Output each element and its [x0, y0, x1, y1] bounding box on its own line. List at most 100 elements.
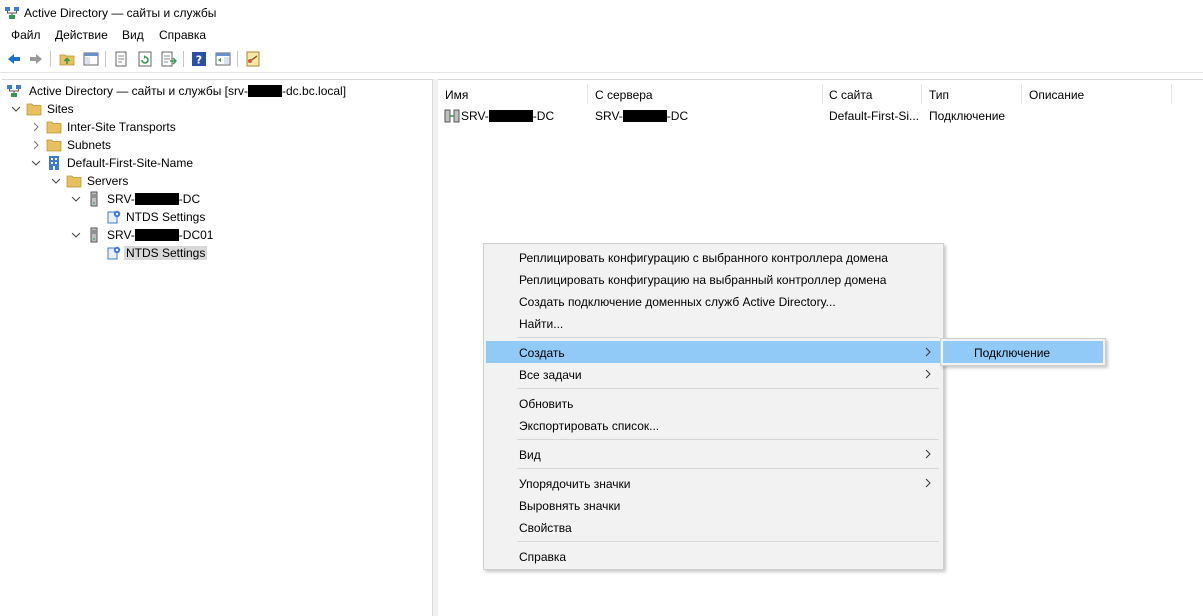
folder-icon [66, 175, 82, 188]
server-name-prefix: SRV- [107, 228, 135, 242]
tree-item-ntds-settings-dc01[interactable]: NTDS Settings [2, 244, 422, 262]
chevron-down-icon[interactable] [10, 103, 22, 115]
submenu-arrow-icon [925, 478, 931, 488]
ntds-settings-icon [107, 210, 121, 224]
menu-item-arrange-icons[interactable]: Упорядочить значки [486, 472, 941, 494]
menu-item-refresh[interactable]: Обновить [486, 392, 941, 414]
tree-label-inter-site-transports: Inter-Site Transports [67, 120, 176, 134]
chevron-down-icon[interactable] [30, 157, 42, 169]
export-list-icon[interactable] [159, 49, 179, 69]
chevron-down-icon[interactable] [50, 175, 62, 187]
tree-item-subnets[interactable]: Subnets [2, 136, 422, 154]
console-tree[interactable]: Active Directory — сайты и службы [srv- -… [2, 79, 433, 616]
menu-help[interactable]: Справка [159, 28, 206, 42]
tree-item-ntds-settings-dc[interactable]: NTDS Settings [2, 208, 422, 226]
show-hide-action-pane-icon[interactable] [213, 49, 233, 69]
menu-item-align-icons[interactable]: Выровнять значки [486, 494, 941, 516]
menu-item-label: Создать [519, 346, 565, 360]
folder-icon [46, 121, 62, 134]
window-title: Active Directory — сайты и службы [24, 6, 217, 20]
menu-item-find[interactable]: Найти... [486, 312, 941, 334]
row-type: Подключение [929, 109, 1006, 123]
tree-item-server-dc[interactable]: SRV- -DC [2, 190, 422, 208]
submenu-arrow-icon [925, 449, 931, 459]
tree-label-subnets: Subnets [67, 138, 112, 152]
server-icon [90, 227, 98, 243]
ntds-settings-icon [107, 246, 121, 260]
column-header-description[interactable]: Описание [1022, 85, 1172, 105]
redaction [622, 110, 667, 122]
menu-item-properties[interactable]: Свойства [486, 516, 941, 538]
help-icon[interactable]: ? [189, 49, 209, 69]
row-site: Default-First-Si... [829, 109, 920, 123]
menu-item-replicate-from[interactable]: Реплицировать конфигурацию с выбранного … [486, 246, 941, 268]
menu-separator [517, 468, 939, 469]
menu-item-label: Вид [519, 448, 541, 462]
chevron-right-icon[interactable] [30, 121, 42, 133]
menu-separator [517, 439, 939, 440]
toolbar-separator [237, 51, 238, 67]
menu-action[interactable]: Действие [55, 28, 108, 42]
tree-item-inter-site-transports[interactable]: Inter-Site Transports [2, 118, 422, 136]
ad-sites-app-icon [5, 7, 19, 19]
show-hide-tree-icon[interactable] [81, 49, 101, 69]
tree-label-ntds-settings: NTDS Settings [126, 210, 206, 224]
row-from-suffix: -DC [666, 109, 689, 123]
menu-item-label: Справка [519, 550, 567, 564]
menu-item-help[interactable]: Справка [486, 545, 941, 567]
menu-item-label: Реплицировать конфигурацию на выбранный … [519, 273, 887, 287]
chevron-right-icon[interactable] [30, 139, 42, 151]
chevron-down-icon[interactable] [70, 193, 82, 205]
tree-label-servers: Servers [87, 174, 129, 188]
menu-file[interactable]: Файл [11, 28, 41, 42]
column-header-from-site[interactable]: С сайта [822, 85, 922, 105]
tree-root-label: Active Directory — сайты и службы [srv- [29, 84, 249, 98]
forward-arrow-icon[interactable] [26, 49, 46, 69]
row-name-suffix: -DC [532, 109, 555, 123]
tree-item-default-site[interactable]: Default-First-Site-Name [2, 154, 422, 172]
tree-root[interactable]: Active Directory — сайты и службы [srv- -… [2, 82, 422, 100]
up-folder-icon[interactable] [57, 49, 77, 69]
submenu-arrow-icon [925, 347, 931, 357]
submenu-arrow-icon [925, 369, 931, 379]
menu-view[interactable]: Вид [122, 28, 144, 42]
back-arrow-icon[interactable] [4, 49, 24, 69]
menu-item-replicate-to[interactable]: Реплицировать конфигурацию на выбранный … [486, 268, 941, 290]
column-header-from-server[interactable]: С сервера [588, 85, 822, 105]
connect-icon[interactable] [243, 49, 263, 69]
column-header-type[interactable]: Тип [922, 85, 1022, 105]
create-submenu: Подключение [940, 338, 1106, 366]
server-name-prefix: SRV- [107, 192, 135, 206]
menu-item-view[interactable]: Вид [486, 443, 941, 465]
menu-item-all-tasks[interactable]: Все задачи [486, 363, 941, 385]
row-from-prefix: SRV- [595, 109, 623, 123]
column-header-name[interactable]: Имя [438, 85, 588, 105]
chevron-down-icon[interactable] [70, 229, 82, 241]
menu-item-create[interactable]: Создать [486, 341, 941, 363]
tree-label-ntds-settings-selected: NTDS Settings [124, 246, 208, 260]
column-divider[interactable] [1171, 84, 1172, 104]
menu-item-label: Создать подключение доменных служб Activ… [519, 295, 836, 309]
svg-text:?: ? [196, 54, 202, 67]
connection-icon [444, 109, 460, 123]
ad-sites-icon [7, 85, 21, 97]
submenu-item-connection[interactable]: Подключение [943, 341, 1103, 363]
tree-item-sites[interactable]: Sites [2, 100, 422, 118]
server-name-suffix: -DC [178, 192, 201, 206]
folder-icon [26, 103, 42, 116]
tree-root-domain: -dc.bc.local] [282, 84, 347, 98]
tree-item-server-dc01[interactable]: SRV- -DC01 [2, 226, 422, 244]
menu-item-create-ad-connection[interactable]: Создать подключение доменных служб Activ… [486, 290, 941, 312]
tree-item-servers[interactable]: Servers [2, 172, 422, 190]
redaction [134, 193, 179, 205]
toolbar-separator [50, 51, 51, 67]
site-icon [49, 156, 59, 170]
menu-item-export-list[interactable]: Экспортировать список... [486, 414, 941, 436]
menu-item-label: Экспортировать список... [519, 419, 660, 433]
menu-item-label: Выровнять значки [519, 499, 621, 513]
tree-label-default-site: Default-First-Site-Name [67, 156, 194, 170]
refresh-icon[interactable] [135, 49, 155, 69]
toolbar-separator [105, 51, 106, 67]
properties-icon[interactable] [111, 49, 131, 69]
redaction [134, 229, 179, 241]
